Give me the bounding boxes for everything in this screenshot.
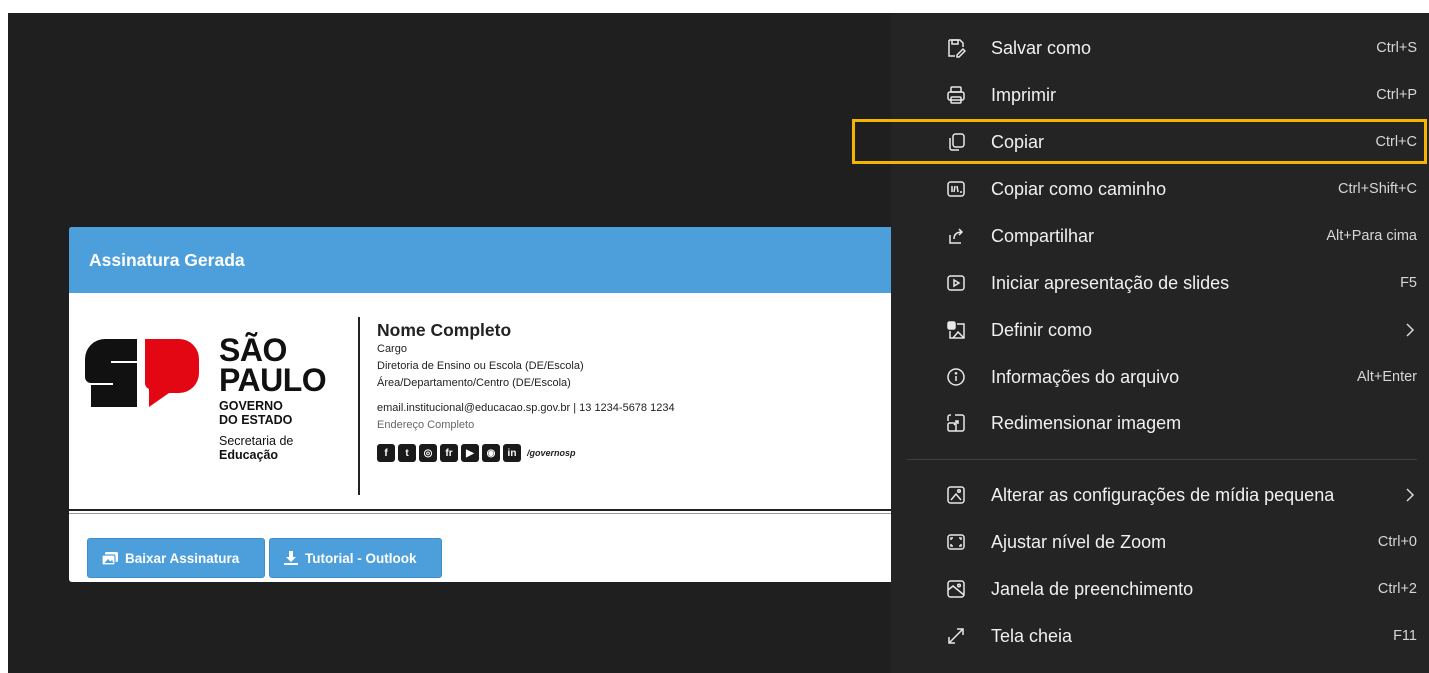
copy-path-icon bbox=[946, 179, 966, 199]
youtube-icon[interactable]: ▶ bbox=[461, 444, 479, 462]
spotify-icon[interactable]: ◉ bbox=[482, 444, 500, 462]
menu-item-definir-como[interactable]: Definir como bbox=[891, 307, 1429, 353]
card-title: Assinatura Gerada bbox=[69, 227, 909, 293]
social-handle: /governosp bbox=[527, 448, 576, 458]
logo-do-estado: DO ESTADO bbox=[219, 413, 293, 427]
menu-item-copiar[interactable]: Copiar Ctrl+C bbox=[891, 119, 1429, 165]
set-as-icon bbox=[946, 320, 966, 340]
signature-details: Nome Completo Cargo Diretoria de Ensino … bbox=[377, 319, 675, 462]
logo-sao: SÃO bbox=[219, 332, 287, 368]
image-viewer-canvas: Assinatura Gerada SÃO PAULO GOVERNO DO E… bbox=[8, 13, 1429, 673]
copy-icon bbox=[946, 132, 966, 152]
share-icon bbox=[946, 226, 966, 246]
signature-preview: SÃO PAULO GOVERNO DO ESTADO Secretaria d… bbox=[69, 293, 909, 507]
fullscreen-icon bbox=[946, 626, 966, 646]
facebook-icon[interactable]: f bbox=[377, 444, 395, 462]
instagram-icon[interactable]: ◎ bbox=[419, 444, 437, 462]
signature-card: Assinatura Gerada SÃO PAULO GOVERNO DO E… bbox=[69, 227, 909, 582]
social-links: f t ◎ fr ▶ ◉ in /governosp bbox=[377, 444, 675, 462]
context-menu: Salvar como Ctrl+S Imprimir Ctrl+P Copia… bbox=[891, 13, 1429, 673]
slideshow-icon bbox=[946, 273, 966, 293]
logo-educacao: Educação bbox=[219, 448, 279, 462]
logo-governo: GOVERNO bbox=[219, 399, 283, 413]
tutorial-outlook-button[interactable]: Tutorial - Outlook bbox=[269, 538, 442, 578]
menu-item-imprimir[interactable]: Imprimir Ctrl+P bbox=[891, 72, 1429, 118]
menu-item-tela-cheia[interactable]: Tela cheia F11 bbox=[891, 613, 1429, 659]
download-icon bbox=[284, 551, 298, 565]
signature-name: Nome Completo bbox=[377, 320, 512, 340]
zoom-fit-icon bbox=[946, 532, 966, 552]
menu-item-salvar-como[interactable]: Salvar como Ctrl+S bbox=[891, 25, 1429, 71]
menu-item-apresentacao-slides[interactable]: Iniciar apresentação de slides F5 bbox=[891, 260, 1429, 306]
image-download-icon bbox=[102, 551, 118, 565]
signature-department: Área/Departamento/Centro (DE/Escola) bbox=[377, 377, 571, 389]
logo-paulo: PAULO bbox=[219, 362, 327, 398]
menu-item-redimensionar-imagem[interactable]: Redimensionar imagem bbox=[891, 400, 1429, 446]
signature-role: Cargo bbox=[377, 343, 407, 355]
chevron-right-icon bbox=[1406, 323, 1415, 337]
flickr-icon[interactable]: fr bbox=[440, 444, 458, 462]
signature-address: Endereço Completo bbox=[377, 419, 475, 431]
save-as-icon bbox=[946, 38, 966, 58]
signature-divider bbox=[358, 317, 360, 495]
logo-secretaria: Secretaria de bbox=[219, 434, 294, 448]
twitter-icon[interactable]: t bbox=[398, 444, 416, 462]
signature-directorate: Diretoria de Ensino ou Escola (DE/Escola… bbox=[377, 360, 584, 372]
menu-item-copiar-como-caminho[interactable]: Copiar como caminho Ctrl+Shift+C bbox=[891, 166, 1429, 212]
card-divider-thin bbox=[69, 513, 909, 514]
print-icon bbox=[946, 85, 966, 105]
chevron-right-icon bbox=[1406, 488, 1415, 502]
card-divider bbox=[69, 509, 909, 511]
menu-separator bbox=[907, 459, 1417, 460]
download-signature-button[interactable]: Baixar Assinatura bbox=[87, 538, 265, 578]
menu-item-compartilhar[interactable]: Compartilhar Alt+Para cima bbox=[891, 213, 1429, 259]
small-media-icon bbox=[946, 485, 966, 505]
fill-window-icon bbox=[946, 579, 966, 599]
info-icon bbox=[946, 367, 966, 387]
sp-logo-mark bbox=[85, 339, 199, 407]
linkedin-icon[interactable]: in bbox=[503, 444, 521, 462]
menu-item-ajustar-zoom[interactable]: Ajustar nível de Zoom Ctrl+0 bbox=[891, 519, 1429, 565]
sp-logo-wordmark: SÃO PAULO GOVERNO DO ESTADO Secretaria d… bbox=[219, 332, 327, 462]
tutorial-outlook-label: Tutorial - Outlook bbox=[305, 550, 417, 566]
menu-item-janela-preenchimento[interactable]: Janela de preenchimento Ctrl+2 bbox=[891, 566, 1429, 612]
menu-item-midia-pequena[interactable]: Alterar as configurações de mídia pequen… bbox=[891, 472, 1429, 518]
download-signature-label: Baixar Assinatura bbox=[125, 550, 240, 566]
signature-contact: email.institucional@educacao.sp.gov.br |… bbox=[377, 402, 675, 414]
resize-icon bbox=[946, 413, 966, 433]
menu-item-informacoes-arquivo[interactable]: Informações do arquivo Alt+Enter bbox=[891, 354, 1429, 400]
